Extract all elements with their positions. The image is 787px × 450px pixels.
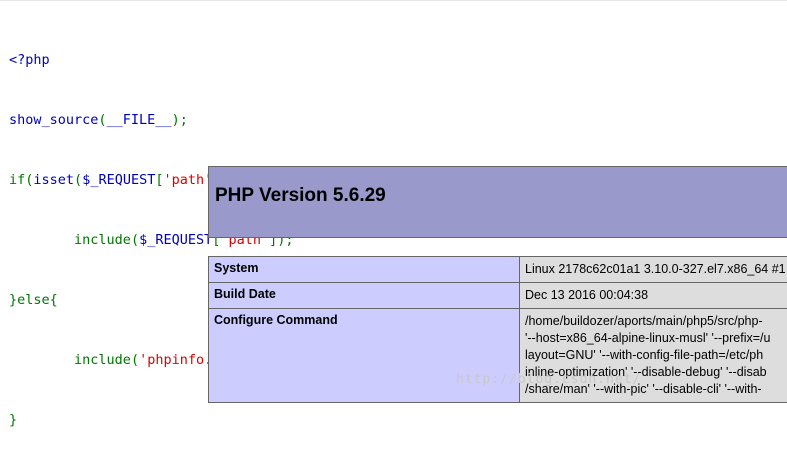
value-line: Linux 2178c62c01a1 3.10.0-327.el7.x86_64…: [525, 261, 787, 278]
code-paren: (: [131, 352, 139, 368]
row-value: /home/buildozer/aports/main/php5/src/php…: [520, 309, 787, 403]
table-row: Build Date Dec 13 2016 00:04:38: [209, 283, 787, 309]
code-paren: (: [131, 232, 139, 248]
kw-include: include: [74, 232, 131, 248]
code-line-1: <?php: [9, 50, 294, 70]
value-line: inline-optimization' '--disable-debug' '…: [525, 364, 787, 381]
phpinfo-table: System Linux 2178c62c01a1 3.10.0-327.el7…: [208, 256, 787, 403]
value-line: '--host=x86_64-alpine-linux-musl' '--pre…: [525, 330, 787, 347]
row-value: Linux 2178c62c01a1 3.10.0-327.el7.x86_64…: [520, 257, 787, 283]
kw-else: }else{: [9, 292, 58, 308]
code-line-2: show_source(__FILE__);: [9, 110, 294, 130]
code-line-7: }: [9, 410, 294, 430]
fn-isset: isset: [33, 172, 74, 188]
value-line: /home/buildozer/aports/main/php5/src/php…: [525, 313, 787, 330]
var-request: $_REQUEST: [82, 172, 155, 188]
value-line: Dec 13 2016 00:04:38: [525, 287, 787, 304]
kw-include: include: [74, 352, 131, 368]
table-row: Configure Command /home/buildozer/aports…: [209, 309, 787, 403]
value-line: layout=GNU' '--with-config-file-path=/et…: [525, 347, 787, 364]
php-open-tag: <?php: [9, 52, 50, 68]
code-paren: );: [172, 112, 188, 128]
row-label: System: [209, 257, 520, 283]
code-indent: [9, 232, 74, 248]
code-indent: [9, 352, 74, 368]
code-brace: }: [9, 412, 17, 428]
phpinfo-header: PHP Version 5.6.29: [208, 166, 787, 238]
row-label: Build Date: [209, 283, 520, 309]
const-file: __FILE__: [107, 112, 172, 128]
code-paren: (: [98, 112, 106, 128]
row-label: Configure Command: [209, 309, 520, 403]
row-value: Dec 13 2016 00:04:38: [520, 283, 787, 309]
string-path: 'path': [163, 172, 212, 188]
value-line: /share/man' '--with-pic' '--disable-cli'…: [525, 381, 787, 398]
table-row: System Linux 2178c62c01a1 3.10.0-327.el7…: [209, 257, 787, 283]
fn-show-source: show_source: [9, 112, 98, 128]
var-request: $_REQUEST: [139, 232, 212, 248]
top-border: [0, 0, 787, 1]
php-version-title: PHP Version 5.6.29: [215, 185, 386, 207]
kw-if: if: [9, 172, 25, 188]
code-paren: (: [74, 172, 82, 188]
